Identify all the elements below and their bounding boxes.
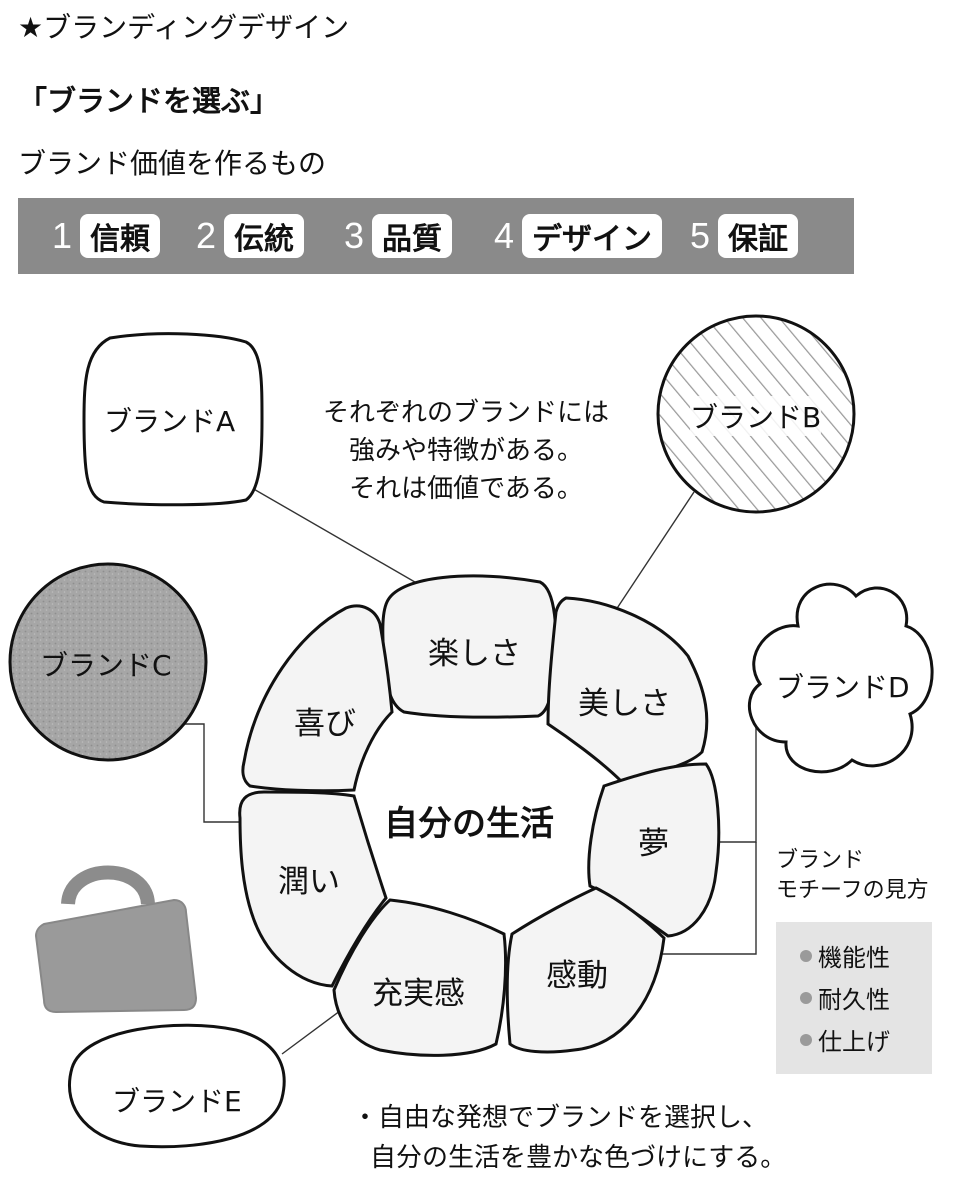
brand-b-label: ブランドB [690,396,822,436]
ring-label-kando: 感動 [546,958,608,994]
brand-e-label: ブランドE [112,1085,242,1118]
checklist-item: 耐久性 [800,980,890,1015]
center-label: 自分の生活 [384,804,554,844]
ring-label-tanoshisa: 楽しさ [428,636,521,672]
bullet-icon [800,1033,812,1046]
motif-heading-line: モチーフの見方 [776,878,929,903]
footer-line: 自分の生活を豊かな色づけにする。 [370,1143,787,1173]
checklist-item: 仕上げ [800,1022,890,1057]
checklist-item-label: 耐久性 [818,986,890,1014]
brand-d-label: ブランドD [776,671,910,704]
brand-c-label: ブランドC [40,649,172,682]
ring-label-jujitsukan: 充実感 [372,976,465,1012]
footer-line: ・自由な発想でブランドを選択し、 [352,1103,769,1133]
caption: それぞれのブランドには 強みや特徴がある。 それは価値である。 [306,394,626,508]
bag-icon [34,865,198,1014]
motif-heading: ブランド モチーフの見方 [776,846,929,906]
ring-label-uruoi: 潤い [278,864,340,900]
motif-heading-line: ブランド [776,848,865,873]
footer-note: ・自由な発想でブランドを選択し、 自分の生活を豊かな色づけにする。 [352,1098,786,1178]
caption-line: 強みや特徴がある。 [348,436,583,466]
bullet-icon [800,991,812,1004]
bullet-icon [800,949,812,962]
brand-a-label: ブランドA [104,405,236,438]
ring-label-yorokobi: 喜び [294,706,356,742]
ring-label-yume: 夢 [638,826,669,862]
checklist-item: 機能性 [800,938,890,973]
checklist-item-label: 機能性 [818,944,890,972]
caption-line: それは価値である。 [349,474,583,504]
ring-label-utsukushisa: 美しさ [578,686,671,722]
caption-line: それぞれのブランドには [322,398,609,428]
motif-checklist: 機能性 耐久性 仕上げ [776,922,932,1074]
checklist-item-label: 仕上げ [818,1028,890,1056]
